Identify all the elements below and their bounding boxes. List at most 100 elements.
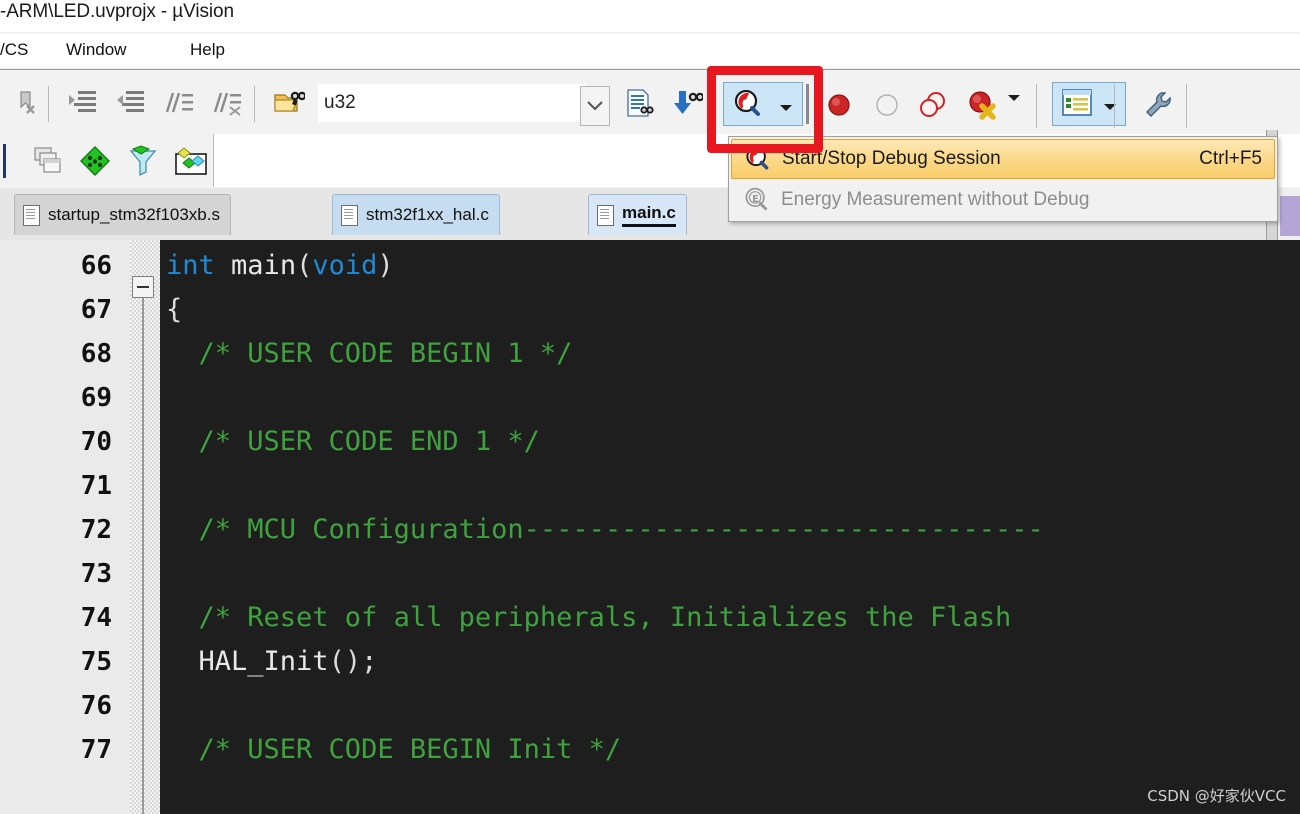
menu-item-window[interactable]: Window <box>62 38 130 62</box>
manage-windows-icon <box>1061 88 1093 123</box>
line-number-gutter: 66 67 68 69 70 71 72 73 74 75 76 77 <box>0 240 130 814</box>
line-number: 68 <box>80 339 112 369</box>
fold-margin <box>130 240 160 814</box>
configure-toolbar-icon[interactable] <box>1138 84 1180 126</box>
svg-text:d: d <box>742 96 751 111</box>
code-line[interactable]: /* USER CODE BEGIN Init */ <box>166 728 622 772</box>
code-line[interactable]: int main(void) <box>166 244 394 288</box>
menu-bar: /CS Window Help <box>0 34 1300 68</box>
line-number: 73 <box>80 559 112 589</box>
document-icon <box>597 204 614 226</box>
code-line[interactable]: /* USER CODE BEGIN 1 */ <box>166 332 573 376</box>
toolbar-separator-3 <box>806 84 809 124</box>
toolbar-separator-5 <box>1114 84 1115 128</box>
find-combo-box[interactable]: u32 <box>318 84 586 122</box>
debug-dropdown-menu: d Start/Stop Debug Session Ctrl+F5 E Ene… <box>728 136 1278 222</box>
tab-stm32f1xx-hal-c[interactable]: stm32f1xx_hal.c <box>332 194 500 235</box>
toolbar-separator-6 <box>1186 84 1187 128</box>
find-next-icon[interactable] <box>666 82 708 124</box>
svg-text:E: E <box>752 194 759 205</box>
code-line[interactable]: /* Reset of all peripherals, Initializes… <box>166 596 1012 640</box>
toolbar-separator-4 <box>1036 84 1037 128</box>
code-line[interactable]: { <box>166 288 182 332</box>
outdent-icon[interactable] <box>110 82 152 124</box>
comment-icon[interactable] <box>158 82 200 124</box>
code-line[interactable]: HAL_Init(); <box>166 640 378 684</box>
kill-all-breakpoints-icon[interactable] <box>962 84 1004 126</box>
chevron-down-icon <box>587 101 603 111</box>
batch-build-icon[interactable] <box>170 140 212 182</box>
debug-magnifier-icon: d <box>732 145 782 173</box>
menu-item-vcs[interactable]: /CS <box>0 38 32 62</box>
document-icon <box>23 204 40 226</box>
code-text-area[interactable]: int main(void){ /* USER CODE BEGIN 1 */ … <box>160 240 1300 814</box>
line-number: 69 <box>80 383 112 413</box>
document-icon <box>341 204 358 226</box>
code-editor: 66 67 68 69 70 71 72 73 74 75 76 77 int main(void) {… <box>0 240 1300 814</box>
watermark-text: CSDN @好家伙VCC <box>1147 787 1286 805</box>
code-token: /* MCU Configuration--------------------… <box>166 514 1044 545</box>
window-title: -ARM\LED.uvprojx - µVision <box>0 1 234 22</box>
menu-item-help[interactable]: Help <box>186 38 229 62</box>
line-number: 74 <box>80 603 112 633</box>
menu-item-energy-measurement-without-debug[interactable]: E Energy Measurement without Debug <box>731 180 1275 220</box>
line-number: 72 <box>80 515 112 545</box>
open-find-file-icon[interactable] <box>268 82 310 124</box>
tab-label: startup_stm32f103xb.s <box>48 205 220 224</box>
fold-guide-line <box>142 298 144 814</box>
code-token: /* USER CODE END 1 */ <box>166 426 540 457</box>
menu-item-start-stop-debug-session[interactable]: d Start/Stop Debug Session Ctrl+F5 <box>731 139 1275 179</box>
line-number: 67 <box>80 295 112 325</box>
find-combo-dropdown-button[interactable] <box>580 86 610 126</box>
start-stop-debug-button[interactable]: d <box>723 82 803 126</box>
line-number: 70 <box>80 427 112 457</box>
code-line[interactable]: /* MCU Configuration--------------------… <box>166 508 1044 552</box>
find-in-files-icon[interactable] <box>618 82 660 124</box>
code-token: int <box>166 250 215 281</box>
find-combo-value: u32 <box>324 92 356 113</box>
line-number: 75 <box>80 647 112 677</box>
chevron-down-icon[interactable] <box>779 100 793 118</box>
code-line[interactable]: /* USER CODE END 1 */ <box>166 420 540 464</box>
target-options-icon[interactable] <box>74 140 116 182</box>
menu-item-label: Energy Measurement without Debug <box>781 189 1090 210</box>
insert-breakpoint-icon[interactable] <box>818 84 860 126</box>
code-token: /* USER CODE BEGIN Init */ <box>166 734 622 765</box>
fold-toggle[interactable] <box>132 276 154 298</box>
code-token: ) <box>377 250 394 281</box>
tab-startup-stm32f103xb-s[interactable]: startup_stm32f103xb.s <box>14 194 231 235</box>
scrollbar-thumb[interactable] <box>1280 196 1300 236</box>
code-token: /* USER CODE BEGIN 1 */ <box>166 338 573 369</box>
kill-breakpoints-dropdown[interactable] <box>1004 88 1024 108</box>
code-token: void <box>312 250 378 281</box>
indent-icon[interactable] <box>62 82 104 124</box>
code-token: main <box>231 250 297 281</box>
uvision-window: -ARM\LED.uvprojx - µVision /CS Window He… <box>0 0 1300 814</box>
energy-measure-icon: E <box>731 186 781 214</box>
code-token: /* Reset of all peripherals, Initializes… <box>166 602 1012 633</box>
disable-breakpoint-icon[interactable] <box>866 84 908 126</box>
toolbar-separator <box>48 86 49 122</box>
project-window-icon[interactable] <box>28 140 70 182</box>
toolbar-left-edge <box>3 144 6 178</box>
menu-item-label: Start/Stop Debug Session <box>782 148 1001 169</box>
code-token: { <box>166 294 183 325</box>
clear-bookmarks-icon[interactable] <box>6 82 48 124</box>
chevron-down-icon <box>1008 95 1020 101</box>
filter-icon[interactable] <box>122 140 164 182</box>
debug-magnifier-icon: d <box>731 88 763 120</box>
toolbar-separator-2 <box>254 86 255 122</box>
line-number: 66 <box>80 251 112 281</box>
line-number: 76 <box>80 691 112 721</box>
menu-item-shortcut: Ctrl+F5 <box>1199 148 1262 169</box>
tab-label: main.c <box>622 203 676 227</box>
line-number: 71 <box>80 471 112 501</box>
menu-separator <box>0 69 1300 71</box>
disable-all-breakpoints-icon[interactable] <box>912 84 954 126</box>
svg-text:d: d <box>753 151 761 165</box>
tab-main-c[interactable]: main.c <box>588 194 687 235</box>
code-token: (); <box>328 646 378 677</box>
uncomment-icon[interactable] <box>206 82 248 124</box>
